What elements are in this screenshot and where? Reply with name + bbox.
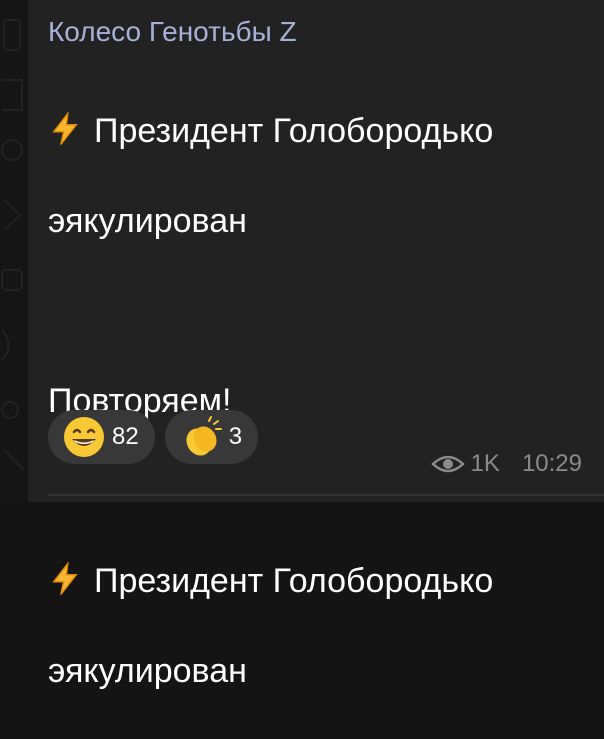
eye-icon xyxy=(430,455,465,473)
background-pattern xyxy=(1,19,25,471)
message-line-text: Президент Голобородько xyxy=(94,112,494,150)
message-line xyxy=(48,289,588,334)
message-line: эякулирован xyxy=(48,652,247,690)
lightning-icon xyxy=(52,112,78,146)
message-line: Президент Голобородько xyxy=(48,109,588,154)
reaction-clapping[interactable]: 3 xyxy=(164,410,259,464)
grinning-face-icon xyxy=(64,417,104,457)
lightning-icon xyxy=(52,562,78,596)
clapping-hands-icon xyxy=(186,416,222,456)
message-text: Президент Голобородько эякулирован Повто… xyxy=(48,64,588,739)
message-line: эякулирован xyxy=(48,202,247,240)
view-count: 1K xyxy=(470,450,500,477)
divider xyxy=(48,494,604,496)
reaction-count: 82 xyxy=(112,423,139,450)
message-line-text: Президент Голобородько xyxy=(94,562,494,600)
reaction-grinning[interactable]: 82 xyxy=(48,410,155,464)
reaction-count: 3 xyxy=(228,423,243,450)
message-time: 10:29 xyxy=(521,450,582,477)
channel-name[interactable]: Колесо Генотьбы Z xyxy=(48,16,297,48)
reactions-bar: 82 3 xyxy=(48,410,259,464)
message-meta: 1K 10:29 xyxy=(430,450,582,478)
message-line: Президент Голобородько xyxy=(48,559,588,604)
